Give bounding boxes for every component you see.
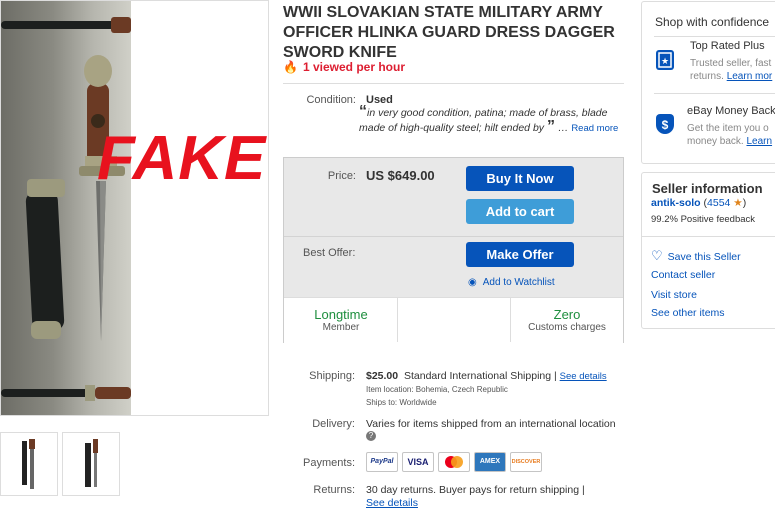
paypal-icon: PayPal (366, 452, 398, 472)
mastercard-icon (438, 452, 470, 472)
top-rated-icon: ★ (656, 50, 674, 70)
make-offer-button[interactable]: Make Offer (466, 242, 574, 267)
delivery-label: Delivery: (312, 418, 355, 430)
star-icon: ★ (733, 197, 743, 209)
returns-text: 30 day returns. Buyer pays for return sh… (366, 484, 585, 496)
shipping-line: $25.00 Standard International Shipping |… (366, 370, 607, 382)
money-back-shield-icon: $ (656, 114, 674, 134)
best-offer-label: Best Offer: (303, 247, 356, 259)
visa-icon: VISA (402, 452, 434, 472)
seller-title: Seller information (652, 181, 763, 196)
badge-longtime-sub: Member (322, 322, 360, 333)
discover-icon: DISCOVER (510, 452, 542, 472)
thumbnail-1-image (22, 439, 35, 489)
delivery-text: Varies for items shipped from an interna… (366, 418, 616, 430)
money-back-line2: money back. Learn (687, 135, 772, 148)
money-back-heading: eBay Money Back (687, 105, 775, 117)
seller-name-line: antik-solo (4554 ★) (651, 197, 747, 209)
seller-feedback: 99.2% Positive feedback (651, 214, 756, 225)
item-location: Item location: Bohemia, Czech Republic (366, 385, 508, 394)
close-quote-icon: ” (546, 118, 555, 135)
top-rated-learn-more-link[interactable]: Learn mor (727, 71, 773, 82)
open-quote-icon: “ (359, 103, 367, 120)
shipping-details-link[interactable]: See details (560, 371, 607, 382)
viewed-text: 1 viewed per hour (302, 60, 405, 74)
divider (654, 36, 775, 37)
heart-icon: ♡ (651, 248, 663, 263)
badge-zero: Zero (553, 307, 581, 322)
badge-longtime: Longtime (314, 307, 368, 322)
svg-text:$: $ (662, 118, 669, 132)
top-rated-line2: returns. Learn mor (690, 70, 772, 83)
divider (397, 297, 398, 342)
returns-label: Returns: (313, 484, 355, 496)
dollar-shape: $ (662, 118, 669, 132)
thumbnail-2[interactable] (62, 432, 120, 496)
money-back-learn-more-link[interactable]: Learn (746, 136, 772, 147)
flame-icon: 🔥 (283, 60, 298, 74)
top-rated-heading: Top Rated Plus (690, 40, 765, 52)
add-to-cart-button[interactable]: Add to cart (466, 199, 574, 224)
thumbnail-2-image (85, 439, 98, 487)
thumbnail-1[interactable] (0, 432, 58, 496)
add-to-watchlist-link[interactable]: ◉ Add to Watchlist (468, 277, 561, 288)
item-title: WWII SLOVAKIAN STATE MILITARY ARMY OFFIC… (283, 4, 615, 61)
shipping-label: Shipping: (309, 370, 355, 382)
payments-label: Payments: (303, 457, 355, 469)
top-rated-line2-text: returns. (690, 71, 724, 82)
shipping-cost: $25.00 (366, 370, 399, 382)
condition-label: Condition: (306, 94, 356, 106)
price-label: Price: (327, 170, 356, 182)
seller-score-link[interactable]: 4554 (707, 197, 730, 209)
main-item-image[interactable]: FAKE !!! (0, 0, 269, 416)
top-rated-star-shape: ★ (658, 52, 672, 68)
divider (284, 236, 623, 237)
eye-icon: ◉ (468, 277, 477, 288)
contact-seller-link[interactable]: Contact seller (651, 269, 715, 281)
seller-name-link[interactable]: antik-solo (651, 197, 701, 209)
confidence-title: Shop with confidence (655, 15, 770, 29)
ships-to: Ships to: Worldwide (366, 398, 437, 407)
svg-text:★: ★ (661, 56, 669, 66)
see-other-items-link[interactable]: See other items (651, 307, 725, 319)
help-icon[interactable]: ? (366, 431, 376, 441)
viewed-indicator: 🔥 1 viewed per hour (283, 60, 405, 74)
save-seller-text: Save this Seller (667, 251, 741, 263)
mastercard-shape (445, 456, 463, 468)
watchlist-text: Add to Watchlist (482, 277, 555, 288)
shipping-method: Standard International Shipping | (403, 370, 557, 382)
dagger-illustration (1, 17, 131, 401)
amex-icon: AMEX (474, 452, 506, 472)
read-more-link[interactable]: Read more (571, 123, 618, 134)
condition-description: “in very good condition, patina; made of… (359, 103, 619, 135)
fake-overlay-text: FAKE !!! (97, 124, 268, 193)
visit-store-link[interactable]: Visit store (651, 289, 697, 301)
save-seller-link[interactable]: ♡ Save this Seller (651, 248, 741, 264)
money-back-line1: Get the item you o (687, 123, 769, 134)
divider (641, 236, 775, 237)
top-rated-line1: Trusted seller, fast (690, 58, 772, 69)
returns-details-link[interactable]: See details (366, 497, 418, 509)
money-back-line2-text: money back. (687, 136, 744, 147)
dagger-photo (1, 1, 131, 415)
buy-it-now-button[interactable]: Buy It Now (466, 166, 574, 191)
divider (510, 297, 511, 342)
condition-value: Used (366, 94, 393, 106)
price-value: US $649.00 (366, 168, 435, 183)
divider (654, 93, 775, 94)
divider (283, 83, 624, 84)
badge-zero-sub: Customs charges (528, 322, 606, 333)
